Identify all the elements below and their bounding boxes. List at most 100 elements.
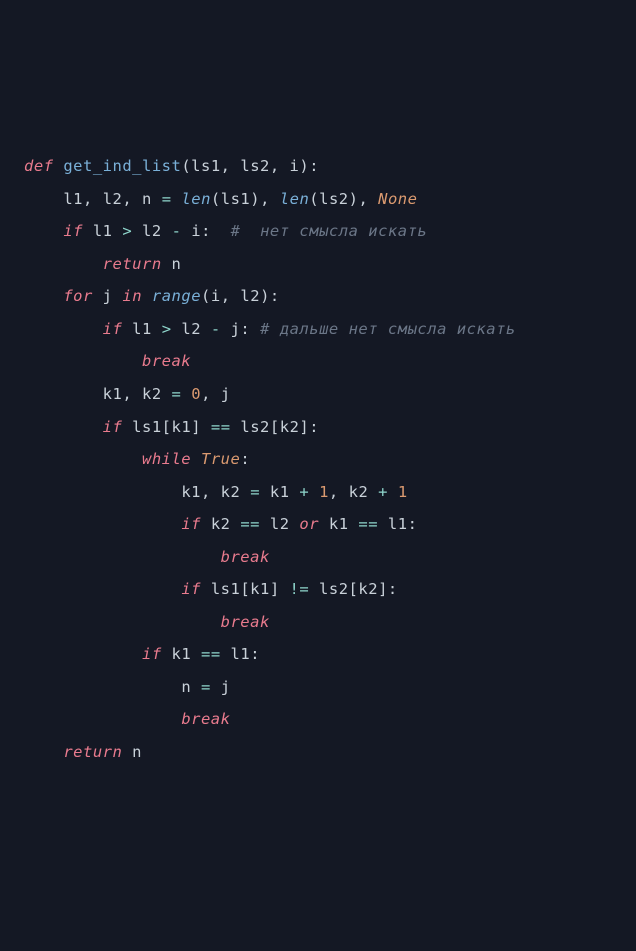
op: = — [172, 385, 182, 403]
op: != — [290, 580, 310, 598]
colon: : — [201, 222, 211, 240]
kw-for: for — [63, 287, 93, 305]
kw-while: while — [142, 450, 191, 468]
var: n — [132, 743, 142, 761]
comment: # дальше нет смысла искать — [260, 320, 516, 338]
op: == — [240, 515, 260, 533]
comma: , — [221, 287, 231, 305]
kw-break: break — [221, 548, 270, 566]
kw-def: def — [24, 157, 54, 175]
op: - — [211, 320, 221, 338]
op: - — [172, 222, 182, 240]
var: l2 — [270, 515, 290, 533]
colon: : — [408, 515, 418, 533]
param: ls1 — [191, 157, 221, 175]
comma: , — [201, 385, 211, 403]
kw-break: break — [142, 352, 191, 370]
kw-break: break — [181, 710, 230, 728]
comment: # нет смысла искать — [231, 222, 428, 240]
var: l1 — [63, 190, 83, 208]
colon: : — [250, 645, 260, 663]
kw-return: return — [63, 743, 122, 761]
builtin-len: len — [280, 190, 310, 208]
var: k1 — [329, 515, 349, 533]
const-true: True — [201, 450, 240, 468]
var: k1 — [250, 580, 270, 598]
var: n — [172, 255, 182, 273]
op: > — [122, 222, 132, 240]
comma: , — [329, 483, 339, 501]
kw-or: or — [299, 515, 319, 533]
var: l1 — [388, 515, 408, 533]
kw-if: if — [63, 222, 83, 240]
op: == — [201, 645, 221, 663]
var: k1 — [103, 385, 123, 403]
bracket: [ — [349, 580, 359, 598]
var: l1 — [93, 222, 113, 240]
const-none: None — [378, 190, 417, 208]
var: l2 — [240, 287, 260, 305]
var: k2 — [142, 385, 162, 403]
var: ls2 — [319, 580, 349, 598]
op: + — [299, 483, 309, 501]
bracket: ]: — [299, 418, 319, 436]
bracket: ] — [191, 418, 201, 436]
param: i — [290, 157, 300, 175]
var: l2 — [142, 222, 162, 240]
var: l2 — [181, 320, 201, 338]
var: j — [231, 320, 241, 338]
var: n — [142, 190, 152, 208]
builtin-len: len — [181, 190, 211, 208]
op: == — [211, 418, 231, 436]
op: = — [201, 678, 211, 696]
kw-if: if — [181, 580, 201, 598]
var: ls1 — [132, 418, 162, 436]
bracket: ]: — [378, 580, 398, 598]
var: ls1 — [211, 580, 241, 598]
builtin-range: range — [152, 287, 201, 305]
var: n — [181, 678, 191, 696]
param: ls2 — [240, 157, 270, 175]
var: k1 — [181, 483, 201, 501]
var: k2 — [280, 418, 300, 436]
var: j — [221, 678, 231, 696]
var: k2 — [349, 483, 369, 501]
var: i — [211, 287, 221, 305]
colon: : — [240, 320, 250, 338]
op: > — [162, 320, 172, 338]
paren: ( — [309, 190, 319, 208]
comma: , — [270, 157, 280, 175]
comma: , — [221, 157, 231, 175]
number: 1 — [398, 483, 408, 501]
paren: ), — [250, 190, 270, 208]
paren: ): — [260, 287, 280, 305]
op: = — [162, 190, 172, 208]
paren: ( — [211, 190, 221, 208]
var: k2 — [221, 483, 241, 501]
comma: , — [83, 190, 93, 208]
comma: , — [122, 190, 132, 208]
var: j — [103, 287, 113, 305]
var: l1 — [132, 320, 152, 338]
code-block: def get_ind_list(ls1, ls2, i): l1, l2, n… — [24, 150, 612, 768]
function-name: get_ind_list — [63, 157, 181, 175]
number: 1 — [319, 483, 329, 501]
bracket: [ — [162, 418, 172, 436]
kw-return: return — [103, 255, 162, 273]
kw-if: if — [142, 645, 162, 663]
var: ls1 — [221, 190, 251, 208]
number: 0 — [191, 385, 201, 403]
paren: ), — [349, 190, 369, 208]
var: ls2 — [319, 190, 349, 208]
var: l1 — [231, 645, 251, 663]
comma: , — [201, 483, 211, 501]
bracket: [ — [270, 418, 280, 436]
paren: ( — [201, 287, 211, 305]
comma: , — [122, 385, 132, 403]
var: i — [191, 222, 201, 240]
kw-if: if — [103, 320, 123, 338]
var: k1 — [270, 483, 290, 501]
var: k1 — [172, 645, 192, 663]
op: + — [378, 483, 388, 501]
var: ls2 — [240, 418, 270, 436]
